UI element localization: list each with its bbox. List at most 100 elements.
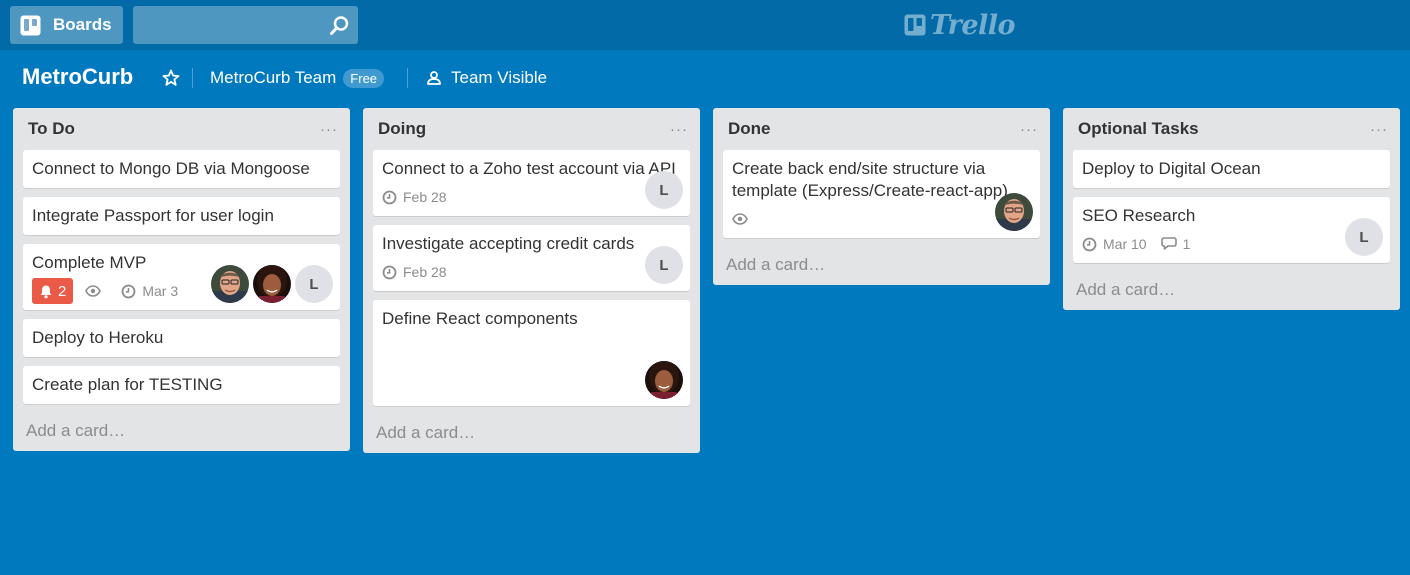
add-card-button[interactable]: Add a card… xyxy=(23,411,340,451)
due-date: Mar 3 xyxy=(142,283,179,299)
boards-button[interactable]: Boards xyxy=(10,6,123,44)
avatar[interactable]: L xyxy=(645,171,683,209)
board-title[interactable]: MetroCurb xyxy=(22,64,133,90)
card[interactable]: Deploy to Digital Ocean xyxy=(1073,150,1390,188)
card-title: Connect to Mongo DB via Mongoose xyxy=(32,159,310,178)
card-members xyxy=(641,361,683,399)
due-date: Mar 10 xyxy=(1103,236,1147,252)
notification-badge: 2 xyxy=(32,278,74,304)
comments-badge: 1 xyxy=(1160,236,1191,252)
list-header[interactable]: To Do ··· xyxy=(23,108,340,150)
top-header: Boards Trello xyxy=(0,0,1410,50)
list-title[interactable]: Optional Tasks xyxy=(1078,119,1199,139)
card[interactable]: Investigate accepting credit cards Feb 28… xyxy=(373,225,690,291)
avatar[interactable]: L xyxy=(1345,218,1383,256)
list-title[interactable]: Done xyxy=(728,119,771,139)
due-date: Feb 28 xyxy=(403,189,447,205)
list-doing[interactable]: Doing ··· Connect to a Zoho test account v… xyxy=(363,108,700,453)
clock-icon xyxy=(121,284,136,298)
card-title: Investigate accepting credit cards xyxy=(382,234,635,253)
card[interactable]: Define React components xyxy=(373,300,690,406)
trello-logo-icon xyxy=(904,14,926,36)
avatar[interactable]: L xyxy=(645,246,683,284)
team-visibility-icon xyxy=(427,71,441,85)
card-badges xyxy=(382,336,681,358)
list-optional-tasks[interactable]: Optional Tasks ··· Deploy to Digital Ocean… xyxy=(1063,108,1400,310)
due-date: Feb 28 xyxy=(403,264,447,280)
team-name: MetroCurb Team xyxy=(210,68,337,87)
card-title: Integrate Passport for user login xyxy=(32,206,274,225)
card[interactable]: SEO Research Mar 10 1 L xyxy=(1073,197,1390,263)
card[interactable]: Complete MVP 2 Mar 3L xyxy=(23,244,340,310)
card-badges xyxy=(732,208,1031,230)
card[interactable]: Deploy to Heroku xyxy=(23,319,340,357)
watch-icon xyxy=(85,285,102,297)
list-header[interactable]: Optional Tasks ··· xyxy=(1073,108,1390,150)
boards-icon xyxy=(20,15,41,35)
star-icon[interactable] xyxy=(161,68,181,88)
visibility-button[interactable]: Team Visible xyxy=(426,68,547,88)
card-title: Connect to a Zoho test account via API xyxy=(382,159,676,178)
clock-icon xyxy=(382,265,397,279)
card-title: Define React components xyxy=(382,309,578,328)
visibility-label: Team Visible xyxy=(451,68,548,87)
search-box[interactable] xyxy=(133,6,358,44)
comment-icon xyxy=(1160,237,1177,250)
card-title: Deploy to Digital Ocean xyxy=(1082,159,1261,178)
clock-icon xyxy=(382,190,397,204)
list-menu-icon[interactable]: ··· xyxy=(668,121,690,138)
list-menu-icon[interactable]: ··· xyxy=(1018,121,1040,138)
list-to-do[interactable]: To Do ··· Connect to Mongo DB via Mongoose… xyxy=(13,108,350,451)
add-card-button[interactable]: Add a card… xyxy=(373,413,690,453)
header-divider xyxy=(192,68,193,88)
team-plan-badge: Free xyxy=(343,68,385,88)
avatar[interactable] xyxy=(995,193,1033,231)
card[interactable]: Integrate Passport for user login xyxy=(23,197,340,235)
card-members xyxy=(991,193,1033,231)
card-badges: Feb 28 xyxy=(382,261,681,283)
list-title[interactable]: To Do xyxy=(28,119,75,139)
list-menu-icon[interactable]: ··· xyxy=(318,121,340,138)
add-card-button[interactable]: Add a card… xyxy=(1073,270,1390,310)
avatar[interactable] xyxy=(211,265,249,303)
avatar[interactable]: L xyxy=(295,265,333,303)
card-members: L xyxy=(641,171,683,209)
card-title: Create back end/site structure via templ… xyxy=(732,159,1008,200)
avatar[interactable] xyxy=(253,265,291,303)
due-date-badge: Feb 28 xyxy=(382,264,447,280)
card-title: Create plan for TESTING xyxy=(32,375,223,394)
card-members: L xyxy=(207,265,333,303)
list-title[interactable]: Doing xyxy=(378,119,426,139)
trello-logo[interactable]: Trello xyxy=(904,9,1016,41)
card-title: SEO Research xyxy=(1082,206,1196,225)
due-date-badge: Mar 3 xyxy=(121,283,178,299)
list-header[interactable]: Done ··· xyxy=(723,108,1040,150)
list-header[interactable]: Doing ··· xyxy=(373,108,690,150)
search-input[interactable] xyxy=(133,6,358,44)
card-badges: Mar 10 1 xyxy=(1082,233,1381,255)
team-button[interactable]: MetroCurb Team Free xyxy=(210,68,385,88)
watch-icon xyxy=(732,213,748,225)
card[interactable]: Create back end/site structure via templ… xyxy=(723,150,1040,238)
card-title: Deploy to Heroku xyxy=(32,328,164,347)
list-done[interactable]: Done ··· Create back end/site structure vi… xyxy=(713,108,1050,285)
due-date-badge: Mar 10 xyxy=(1082,236,1147,252)
notification-bell-icon xyxy=(40,285,52,298)
clock-icon xyxy=(1082,237,1097,251)
card[interactable]: Connect to a Zoho test account via API Fe… xyxy=(373,150,690,216)
header-divider xyxy=(407,68,408,88)
card-badges: Feb 28 xyxy=(382,186,681,208)
boards-label: Boards xyxy=(53,15,112,34)
card-members: L xyxy=(641,246,683,284)
notification-count: 2 xyxy=(58,282,67,300)
card-members: L xyxy=(1341,218,1383,256)
card[interactable]: Connect to Mongo DB via Mongoose xyxy=(23,150,340,188)
due-date-badge: Feb 28 xyxy=(382,189,447,205)
comment-count: 1 xyxy=(1182,236,1191,252)
avatar[interactable] xyxy=(645,361,683,399)
trello-logo-text: Trello xyxy=(930,9,1016,41)
list-menu-icon[interactable]: ··· xyxy=(1368,121,1390,138)
card[interactable]: Create plan for TESTING xyxy=(23,366,340,404)
add-card-button[interactable]: Add a card… xyxy=(723,245,1040,285)
search-icon[interactable] xyxy=(329,15,350,36)
